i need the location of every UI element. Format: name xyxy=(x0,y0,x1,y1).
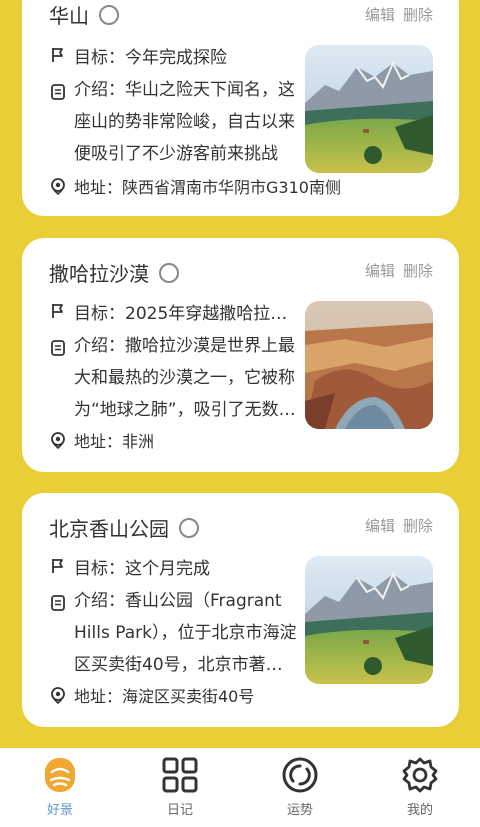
card-title: 北京香山公园 xyxy=(49,517,169,541)
location-icon xyxy=(51,687,65,704)
card-title: 撒哈拉沙漠 xyxy=(49,262,149,286)
document-icon xyxy=(51,595,65,611)
intro-text: 介绍：撒哈拉沙漠是世界上最大和最热的沙漠之一，它被称为“地球之肺”，吸引了无数探… xyxy=(74,336,296,420)
tab-label: 我的 xyxy=(406,803,433,818)
complete-radio[interactable] xyxy=(99,4,119,25)
flag-icon xyxy=(52,559,63,573)
card-title-row: 华山 xyxy=(49,0,119,29)
scenery-card[interactable]: 北京香山公园 编辑 删除 目标：这个月完成 介绍：香山公园（Fragrant H… xyxy=(22,493,459,727)
intro-text: 介绍：华山之险天下闻名，这座山的势非常险峻，自古以来便吸引了不少游客前来挑战 xyxy=(74,80,295,164)
intro-row: 介绍：华山之险天下闻名，这座山的势非常险峻，自古以来便吸引了不少游客前来挑战 xyxy=(49,80,299,170)
scenery-card[interactable]: 撒哈拉沙漠 编辑 删除 目标：2025年穿越撒哈拉沙漠 介绍：撒哈拉沙漠是世界上… xyxy=(22,238,459,472)
goal-text: 目标：2025年穿越撒哈拉沙漠 xyxy=(74,304,299,324)
intro-row: 介绍：香山公园（Fragrant Hills Park），位于北京市海淀区买卖街… xyxy=(49,591,299,681)
tab-label: 好景 xyxy=(46,803,73,818)
card-title: 华山 xyxy=(49,4,89,28)
address-text: 地址：海淀区买卖街40号 xyxy=(74,687,255,706)
scenery-list: 华山 编辑 删除 目标：今年完成探险 介绍：华山之险天下闻名，这座山的势非常险峻… xyxy=(0,0,480,748)
fortune-icon xyxy=(282,757,318,793)
edit-button[interactable]: 编辑 xyxy=(365,515,395,536)
tab-diary[interactable]: 日记 xyxy=(120,748,240,827)
card-actions: 编辑 删除 xyxy=(365,4,433,25)
tab-label: 运势 xyxy=(286,803,313,818)
document-icon xyxy=(51,340,65,356)
goal-row: 目标：今年完成探险 xyxy=(49,43,299,68)
document-icon xyxy=(51,84,65,100)
flag-icon xyxy=(52,304,63,318)
delete-button[interactable]: 删除 xyxy=(403,260,433,281)
delete-button[interactable]: 删除 xyxy=(403,4,433,25)
intro-row: 介绍：撒哈拉沙漠是世界上最大和最热的沙漠之一，它被称为“地球之肺”，吸引了无数探… xyxy=(49,336,299,426)
address-text: 地址：非洲 xyxy=(74,432,155,451)
goal-text: 目标：今年完成探险 xyxy=(74,48,227,68)
edit-button[interactable]: 编辑 xyxy=(365,260,395,281)
card-title-row: 北京香山公园 xyxy=(49,513,199,542)
bottom-tab-bar: 好景 日记 运势 我的 xyxy=(0,748,480,827)
card-title-row: 撒哈拉沙漠 xyxy=(49,258,179,287)
goal-row: 目标：这个月完成 xyxy=(49,554,299,579)
tab-label: 日记 xyxy=(166,803,193,818)
intro-text: 介绍：香山公园（Fragrant Hills Park），位于北京市海淀区买卖街… xyxy=(74,591,297,675)
delete-button[interactable]: 删除 xyxy=(403,515,433,536)
address-text: 地址：陕西省渭南市华阴市G310南侧 xyxy=(74,178,341,197)
flag-icon xyxy=(52,48,63,62)
complete-radio[interactable] xyxy=(159,262,179,283)
address-row: 地址：陕西省渭南市华阴市G310南侧 xyxy=(49,174,439,198)
scenery-card[interactable]: 华山 编辑 删除 目标：今年完成探险 介绍：华山之险天下闻名，这座山的势非常险峻… xyxy=(22,0,459,216)
scenery-image xyxy=(305,556,433,684)
grid-icon xyxy=(162,757,198,793)
card-actions: 编辑 删除 xyxy=(365,260,433,281)
location-icon xyxy=(51,178,65,195)
gear-icon xyxy=(402,757,438,793)
scenery-icon xyxy=(45,758,75,792)
location-icon xyxy=(51,432,65,449)
tab-mine[interactable]: 我的 xyxy=(360,748,480,827)
goal-row: 目标：2025年穿越撒哈拉沙漠 xyxy=(49,299,299,324)
tab-scenery[interactable]: 好景 xyxy=(0,748,120,827)
card-actions: 编辑 删除 xyxy=(365,515,433,536)
address-row: 地址：海淀区买卖街40号 xyxy=(49,683,439,707)
edit-button[interactable]: 编辑 xyxy=(365,4,395,25)
tab-fortune[interactable]: 运势 xyxy=(240,748,360,827)
scenery-image xyxy=(305,301,433,429)
complete-radio[interactable] xyxy=(179,517,199,538)
address-row: 地址：非洲 xyxy=(49,428,439,452)
scenery-image xyxy=(305,45,433,173)
goal-text: 目标：这个月完成 xyxy=(74,559,210,579)
